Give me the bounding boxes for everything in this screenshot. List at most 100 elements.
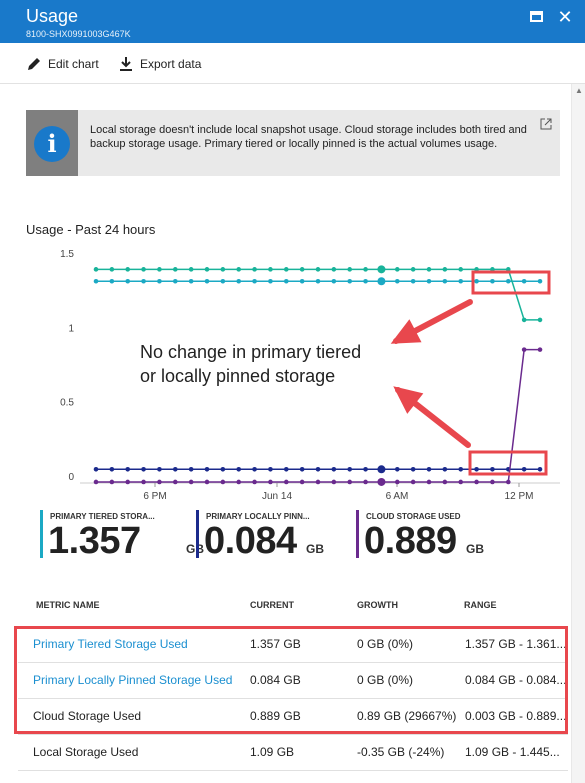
data-point <box>93 479 99 485</box>
data-point <box>299 278 305 284</box>
data-point <box>109 479 115 485</box>
data-point <box>347 467 353 472</box>
data-point <box>236 467 242 472</box>
data-point <box>188 278 194 284</box>
info-icon: i <box>34 126 70 162</box>
data-point <box>442 479 448 485</box>
data-point <box>299 467 305 472</box>
info-icon-block: i <box>26 110 78 176</box>
data-point <box>93 467 99 472</box>
data-point <box>394 467 400 472</box>
data-point <box>394 267 400 272</box>
maximize-icon[interactable] <box>529 9 545 25</box>
data-point <box>109 467 115 472</box>
data-point <box>426 267 432 272</box>
data-point <box>172 278 178 284</box>
data-point <box>410 267 416 272</box>
data-point <box>458 278 464 284</box>
data-point <box>125 467 131 472</box>
data-point <box>331 267 337 272</box>
x-tick-label: Jun 14 <box>262 491 292 502</box>
data-point <box>188 467 194 472</box>
data-point <box>331 479 337 485</box>
tile-primary-locally-pinned[interactable]: PRIMARY LOCALLY PINN... 0.084 GB <box>196 510 346 562</box>
data-point <box>331 467 337 472</box>
y-tick-label: 1.5 <box>60 249 74 260</box>
data-point <box>204 467 210 472</box>
external-link-icon[interactable] <box>540 118 552 130</box>
data-point <box>490 278 495 284</box>
data-point <box>283 467 289 472</box>
scroll-up-icon[interactable]: ▲ <box>575 86 583 95</box>
data-point <box>426 278 432 284</box>
tile-color-bar <box>40 510 43 558</box>
data-point <box>109 267 115 272</box>
data-point <box>109 278 115 284</box>
data-point <box>377 477 386 486</box>
data-point <box>252 479 257 485</box>
data-point <box>299 267 305 272</box>
tile-value: 0.084 <box>204 520 297 562</box>
data-point <box>141 467 146 472</box>
data-point <box>410 278 416 284</box>
data-point <box>220 467 226 472</box>
edit-chart-button[interactable]: Edit chart <box>26 56 99 72</box>
highlight-box-top <box>471 270 551 295</box>
data-point <box>426 467 432 472</box>
data-point <box>363 479 368 485</box>
data-point <box>363 267 368 272</box>
export-data-button[interactable]: Export data <box>118 56 201 72</box>
data-point <box>363 278 368 284</box>
data-point <box>283 278 289 284</box>
tile-color-bar <box>356 510 359 558</box>
data-point <box>204 479 210 485</box>
data-point <box>283 479 289 485</box>
data-point <box>268 467 273 472</box>
data-point <box>394 278 400 284</box>
tile-cloud-storage[interactable]: CLOUD STORAGE USED 0.889 GB <box>356 510 506 562</box>
data-point <box>315 267 321 272</box>
tile-unit: GB <box>466 542 484 556</box>
data-point <box>125 278 131 284</box>
title-bar: Usage 8100-SHX0991003G467K ✕ <box>0 0 585 43</box>
close-icon[interactable]: ✕ <box>557 8 573 26</box>
data-point <box>315 467 321 472</box>
data-point <box>157 278 162 284</box>
data-point <box>125 479 131 485</box>
window-title: Usage <box>26 6 79 26</box>
callout-line-1: No change in primary tiered <box>140 342 362 362</box>
data-point <box>236 479 242 485</box>
data-point <box>252 467 257 472</box>
col-header-growth[interactable]: GROWTH <box>357 600 398 610</box>
range-value: 1.09 GB - 1.445... <box>465 745 560 759</box>
metric-name: Local Storage Used <box>33 745 139 759</box>
data-point <box>521 278 527 284</box>
y-tick-label: 0 <box>68 472 74 483</box>
col-header-range[interactable]: RANGE <box>464 600 497 610</box>
col-header-current[interactable]: CURRENT <box>250 600 294 610</box>
data-point <box>426 479 432 485</box>
data-point <box>347 479 353 485</box>
data-point <box>377 277 386 286</box>
tile-primary-tiered[interactable]: PRIMARY TIERED STORA... 1.357 GB <box>40 510 204 562</box>
download-icon <box>120 57 132 71</box>
data-point <box>299 479 305 485</box>
current-value: 1.09 GB <box>250 745 295 759</box>
data-point <box>521 347 527 352</box>
y-tick-label: 1 <box>68 323 74 334</box>
data-point <box>93 267 99 272</box>
col-header-metric[interactable]: METRIC NAME <box>36 600 100 610</box>
table-row[interactable]: Local Storage Used 1.09 GB -0.35 GB (-24… <box>18 734 568 770</box>
data-point <box>172 479 178 485</box>
data-point <box>125 267 131 272</box>
data-point <box>490 467 495 472</box>
data-point <box>188 267 194 272</box>
data-point <box>252 278 257 284</box>
export-data-label: Export data <box>140 57 202 71</box>
callout-line-2: or locally pinned storage <box>140 366 336 386</box>
growth-value: -0.35 GB (-24%) <box>357 745 445 759</box>
data-point <box>537 467 543 472</box>
data-point <box>172 467 178 472</box>
row-divider <box>18 770 568 771</box>
data-point <box>458 267 464 272</box>
